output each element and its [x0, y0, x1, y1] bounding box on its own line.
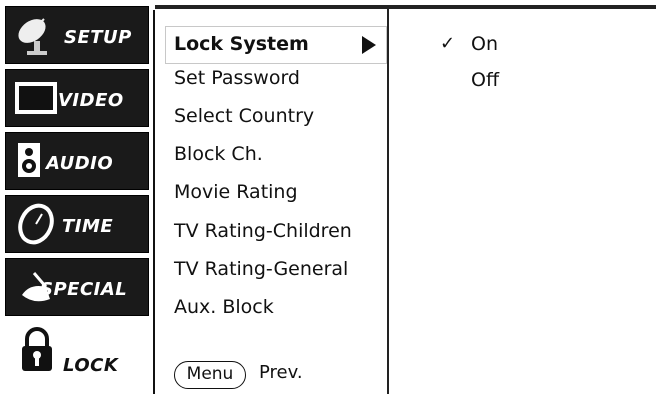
option-off[interactable]: Off	[471, 69, 499, 91]
sidebar-item-label: AUDIO	[46, 153, 114, 174]
padlock-icon	[22, 327, 52, 371]
option-on[interactable]: On	[471, 33, 498, 55]
sidebar-item-lock[interactable]: LOCK	[5, 321, 149, 387]
sidebar-item-video[interactable]: VIDEO	[5, 69, 149, 127]
clock-icon	[18, 203, 54, 245]
sidebar: SETUP VIDEO AUDIO TIME SPECIAL LOCK	[0, 0, 152, 394]
sidebar-item-label: LOCK	[63, 355, 119, 376]
sidebar-divider	[153, 10, 155, 394]
menu-item-aux-block[interactable]: Aux. Block	[174, 296, 274, 318]
menu-divider	[387, 9, 389, 394]
menu-item-block-ch[interactable]: Block Ch.	[174, 143, 263, 165]
sidebar-item-label: TIME	[62, 216, 114, 237]
menu-item-select-country[interactable]: Select Country	[174, 105, 314, 127]
sidebar-item-label: SETUP	[64, 27, 132, 48]
top-rule	[155, 5, 656, 9]
menu-button[interactable]: Menu	[174, 361, 246, 389]
menu-item-tv-rating-children[interactable]: TV Rating-Children	[174, 220, 352, 242]
menu-item-set-password[interactable]: Set Password	[174, 67, 300, 89]
menu-item-movie-rating[interactable]: Movie Rating	[174, 181, 298, 203]
menu-item-tv-rating-general[interactable]: TV Rating-General	[174, 258, 348, 280]
check-icon: ✓	[440, 33, 456, 54]
sidebar-item-setup[interactable]: SETUP	[5, 6, 149, 64]
sidebar-item-time[interactable]: TIME	[5, 195, 149, 253]
satellite-dish-icon	[18, 18, 47, 55]
prev-label: Prev.	[259, 362, 303, 383]
sidebar-item-label: SPECIAL	[40, 279, 128, 300]
sidebar-item-label: VIDEO	[58, 90, 124, 111]
menu-item-lock-system[interactable]: Lock System	[174, 33, 309, 55]
sidebar-item-special[interactable]: SPECIAL	[5, 258, 149, 316]
sidebar-item-audio[interactable]: AUDIO	[5, 132, 149, 190]
monitor-icon	[15, 82, 57, 114]
submenu-arrow-icon	[362, 36, 376, 54]
